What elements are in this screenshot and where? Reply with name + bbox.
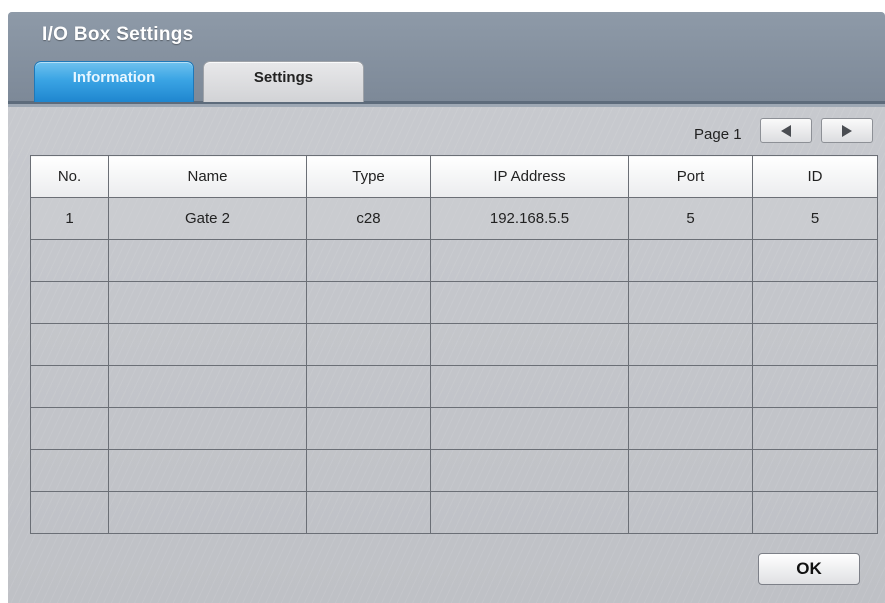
- column-header-port[interactable]: Port: [628, 155, 753, 198]
- cell-name: [108, 407, 307, 450]
- table-row[interactable]: [30, 323, 878, 366]
- cell-id: [752, 281, 878, 324]
- cell-no: 1: [30, 197, 109, 240]
- triangle-right-icon: [842, 124, 852, 137]
- cell-ip-address: [430, 323, 629, 366]
- next-page-button[interactable]: [821, 118, 873, 143]
- cell-port: [628, 491, 753, 534]
- cell-no: [30, 365, 109, 408]
- cell-name: [108, 491, 307, 534]
- table-header-row: No. Name Type IP Address Port ID: [30, 155, 878, 198]
- cell-ip-address: [430, 407, 629, 450]
- cell-no: [30, 491, 109, 534]
- cell-port: [628, 365, 753, 408]
- column-header-name[interactable]: Name: [108, 155, 307, 198]
- io-box-settings-window: I/O Box Settings Information Settings Pa…: [8, 12, 885, 603]
- table-row[interactable]: [30, 407, 878, 450]
- cell-port: [628, 239, 753, 282]
- cell-ip-address: [430, 281, 629, 324]
- cell-port: [628, 281, 753, 324]
- cell-type: c28: [306, 197, 431, 240]
- cell-id: 5: [752, 197, 878, 240]
- cell-no: [30, 449, 109, 492]
- cell-name: [108, 323, 307, 366]
- cell-id: [752, 449, 878, 492]
- cell-id: [752, 323, 878, 366]
- column-header-ip-address[interactable]: IP Address: [430, 155, 629, 198]
- cell-no: [30, 323, 109, 366]
- cell-id: [752, 407, 878, 450]
- cell-no: [30, 281, 109, 324]
- cell-port: [628, 407, 753, 450]
- tab-settings[interactable]: Settings: [203, 61, 364, 102]
- ok-button[interactable]: OK: [758, 553, 860, 585]
- io-box-table: No. Name Type IP Address Port ID 1 Gate 2…: [30, 155, 878, 534]
- column-header-id[interactable]: ID: [752, 155, 878, 198]
- cell-type: [306, 239, 431, 282]
- cell-type: [306, 281, 431, 324]
- cell-type: [306, 365, 431, 408]
- cell-id: [752, 239, 878, 282]
- tab-information[interactable]: Information: [34, 61, 194, 102]
- triangle-left-icon: [781, 124, 791, 137]
- cell-type: [306, 407, 431, 450]
- previous-page-button[interactable]: [760, 118, 812, 143]
- cell-ip-address: [430, 491, 629, 534]
- cell-ip-address: [430, 365, 629, 408]
- table-row[interactable]: 1 Gate 2 c28 192.168.5.5 5 5: [30, 197, 878, 240]
- window-title: I/O Box Settings: [42, 24, 194, 45]
- cell-name: Gate 2: [108, 197, 307, 240]
- title-bar: I/O Box Settings Information Settings: [8, 12, 885, 107]
- cell-no: [30, 239, 109, 282]
- table-row[interactable]: [30, 449, 878, 492]
- column-header-no[interactable]: No.: [30, 155, 109, 198]
- cell-type: [306, 449, 431, 492]
- cell-ip-address: [430, 239, 629, 282]
- cell-id: [752, 365, 878, 408]
- cell-id: [752, 491, 878, 534]
- column-header-type[interactable]: Type: [306, 155, 431, 198]
- cell-ip-address: [430, 449, 629, 492]
- cell-ip-address: 192.168.5.5: [430, 197, 629, 240]
- cell-type: [306, 491, 431, 534]
- cell-name: [108, 239, 307, 282]
- cell-no: [30, 407, 109, 450]
- cell-name: [108, 281, 307, 324]
- cell-port: [628, 323, 753, 366]
- cell-port: 5: [628, 197, 753, 240]
- cell-name: [108, 449, 307, 492]
- page-indicator: Page 1: [694, 126, 742, 143]
- table-row[interactable]: [30, 281, 878, 324]
- cell-type: [306, 323, 431, 366]
- cell-name: [108, 365, 307, 408]
- table-row[interactable]: [30, 491, 878, 534]
- cell-port: [628, 449, 753, 492]
- table-row[interactable]: [30, 239, 878, 282]
- table-row[interactable]: [30, 365, 878, 408]
